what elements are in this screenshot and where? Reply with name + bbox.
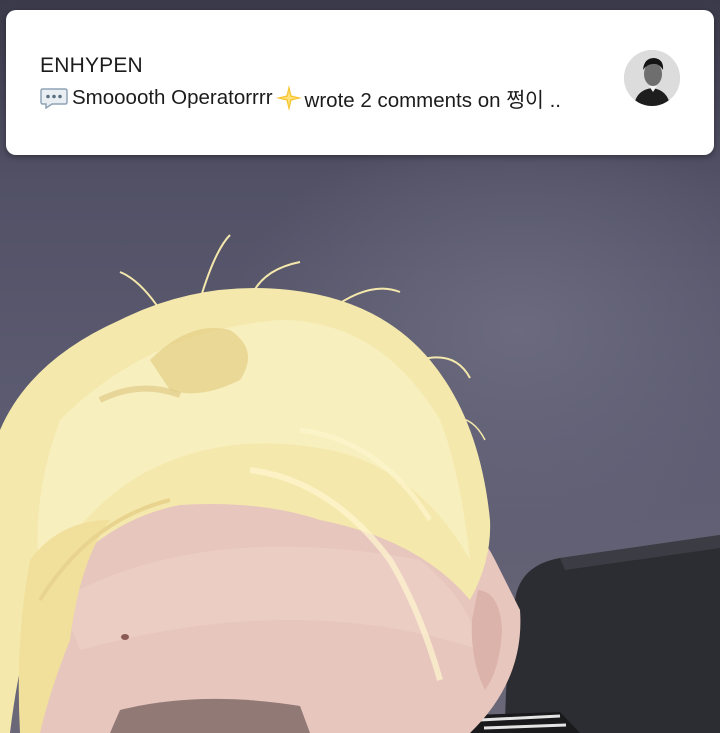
speech-bubble-icon [40, 88, 68, 109]
push-notification[interactable]: ENHYPEN Smooooth Operatorrrr wrote 2 com… [6, 10, 714, 155]
notification-app-name: ENHYPEN [40, 54, 143, 77]
notification-commenter: Smooooth Operatorrrr [72, 86, 273, 109]
chair-back [505, 535, 720, 733]
glowing-star-icon [275, 85, 302, 111]
notification-message: Smooooth Operatorrrr wrote 2 comments on… [40, 84, 561, 112]
user-avatar[interactable] [624, 50, 680, 106]
notification-action-text: wrote 2 comments on 쩡이 .. [304, 89, 562, 112]
avatar-image [624, 50, 680, 106]
